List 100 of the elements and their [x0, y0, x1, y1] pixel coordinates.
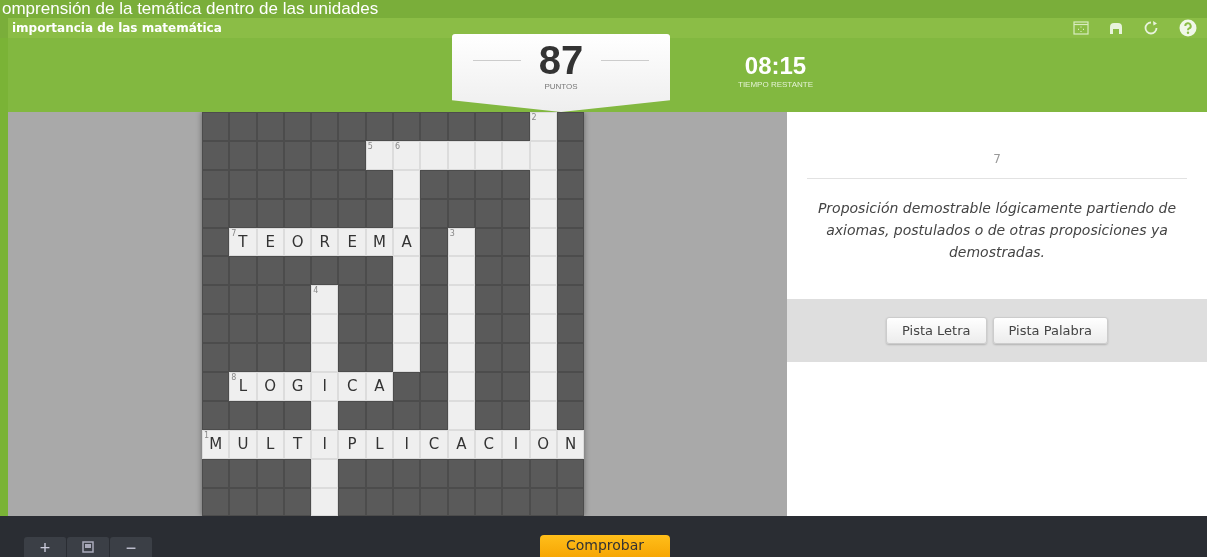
zoom-out-button[interactable]: −: [110, 537, 153, 557]
answer-cell[interactable]: [502, 140, 530, 170]
cell-letter: G: [291, 377, 304, 396]
answer-cell[interactable]: [393, 198, 421, 228]
answer-cell[interactable]: I: [502, 429, 530, 459]
answer-cell[interactable]: I: [311, 429, 339, 459]
answer-cell[interactable]: A: [365, 372, 394, 401]
clue-text: Proposición demostrable lógicamente partiendo de axiomas, postulados o de otras proposiciones ya demostradas.: [816, 199, 1178, 262]
cell-letter: I: [322, 435, 328, 454]
block-cell: [283, 256, 312, 286]
answer-cell[interactable]: [529, 372, 557, 401]
answer-cell[interactable]: [447, 372, 475, 401]
answer-cell[interactable]: C: [420, 429, 448, 459]
answer-cell[interactable]: [529, 256, 557, 286]
block-cell: [365, 343, 394, 372]
block-cell: [502, 256, 530, 286]
zoom-in-button[interactable]: +: [24, 537, 67, 557]
answer-cell[interactable]: [529, 343, 557, 372]
answer-cell[interactable]: [393, 256, 421, 286]
block-cell: [202, 256, 230, 286]
hint-button[interactable]: Pista Palabra: [992, 317, 1109, 344]
cell-letter: O: [537, 435, 550, 454]
cell-letter: C: [346, 377, 358, 396]
answer-cell[interactable]: [393, 314, 421, 344]
block-cell: [420, 343, 448, 372]
clue-number-heading: 7: [807, 152, 1187, 179]
block-cell: [556, 343, 585, 372]
cell-letter: L: [266, 435, 275, 454]
cell-letter: T: [238, 233, 248, 251]
answer-cell[interactable]: I: [393, 429, 421, 459]
block-cell: [556, 314, 585, 344]
block-cell: [229, 112, 257, 141]
block-cell: [393, 372, 421, 401]
block-cell: [365, 285, 394, 315]
check-button[interactable]: Comprobar: [540, 535, 670, 557]
answer-cell[interactable]: G: [283, 372, 312, 401]
block-cell: [283, 112, 312, 141]
clue-number: 3: [449, 228, 455, 238]
answer-cell[interactable]: [447, 256, 475, 286]
answer-cell[interactable]: [529, 314, 557, 344]
block-cell: [202, 198, 230, 228]
answer-cell[interactable]: [447, 314, 475, 344]
block-cell: [420, 285, 448, 315]
block-cell: [283, 343, 312, 372]
cell-letter: A: [374, 377, 385, 396]
block-cell: [502, 400, 530, 430]
answer-cell[interactable]: R: [311, 227, 339, 257]
block-cell: [502, 227, 530, 257]
fit-button[interactable]: [67, 537, 110, 557]
block-cell: [474, 343, 503, 372]
answer-cell[interactable]: [420, 140, 448, 170]
activity-title: importancia de las matemática: [11, 21, 222, 35]
answer-cell[interactable]: O: [256, 372, 284, 401]
block-cell: [311, 198, 339, 228]
answer-cell[interactable]: [311, 458, 339, 488]
cell-letter: R: [319, 233, 331, 251]
answer-cell[interactable]: [311, 343, 339, 372]
block-cell: [420, 227, 448, 257]
answer-cell[interactable]: [393, 169, 421, 199]
answer-cell[interactable]: I: [311, 372, 339, 401]
answer-cell[interactable]: P: [338, 429, 366, 459]
block-cell: [420, 169, 448, 199]
block-cell: [202, 400, 230, 430]
clue-number: 6: [395, 141, 401, 151]
answer-cell[interactable]: [311, 314, 339, 344]
answer-cell[interactable]: [529, 285, 557, 315]
cell-letter: O: [291, 233, 304, 251]
cell-letter: L: [375, 435, 384, 454]
block-cell: [447, 112, 475, 141]
answer-cell[interactable]: [393, 285, 421, 315]
answer-cell[interactable]: [311, 487, 339, 517]
answer-cell[interactable]: E: [338, 227, 366, 257]
answer-cell[interactable]: [447, 285, 475, 315]
cell-letter: E: [265, 233, 275, 251]
block-cell: [474, 285, 503, 315]
hint-button[interactable]: Pista Letra: [885, 317, 987, 344]
block-cell: [256, 112, 284, 141]
clue-number: 8: [231, 373, 237, 382]
block-cell: [202, 112, 230, 141]
answer-cell[interactable]: [393, 343, 421, 372]
block-cell: [338, 400, 366, 430]
block-cell: [365, 256, 394, 286]
block-cell: [502, 285, 530, 315]
block-cell: [393, 487, 421, 517]
answer-cell[interactable]: [447, 343, 475, 372]
block-cell: [338, 285, 366, 315]
block-cell: [502, 112, 530, 141]
answer-cell[interactable]: A: [393, 227, 421, 257]
block-cell: [502, 314, 530, 344]
block-cell: [202, 343, 230, 372]
clue-number: 4: [313, 286, 319, 296]
cell-letter: M: [372, 233, 386, 251]
answer-cell[interactable]: C: [338, 372, 366, 401]
answer-cell[interactable]: [311, 400, 339, 430]
block-cell: [338, 343, 366, 372]
block-cell: [556, 372, 585, 401]
score-value: 87: [538, 38, 584, 82]
answer-cell[interactable]: U: [229, 429, 257, 459]
cell-letter: E: [347, 233, 357, 251]
block-cell: [474, 314, 503, 344]
